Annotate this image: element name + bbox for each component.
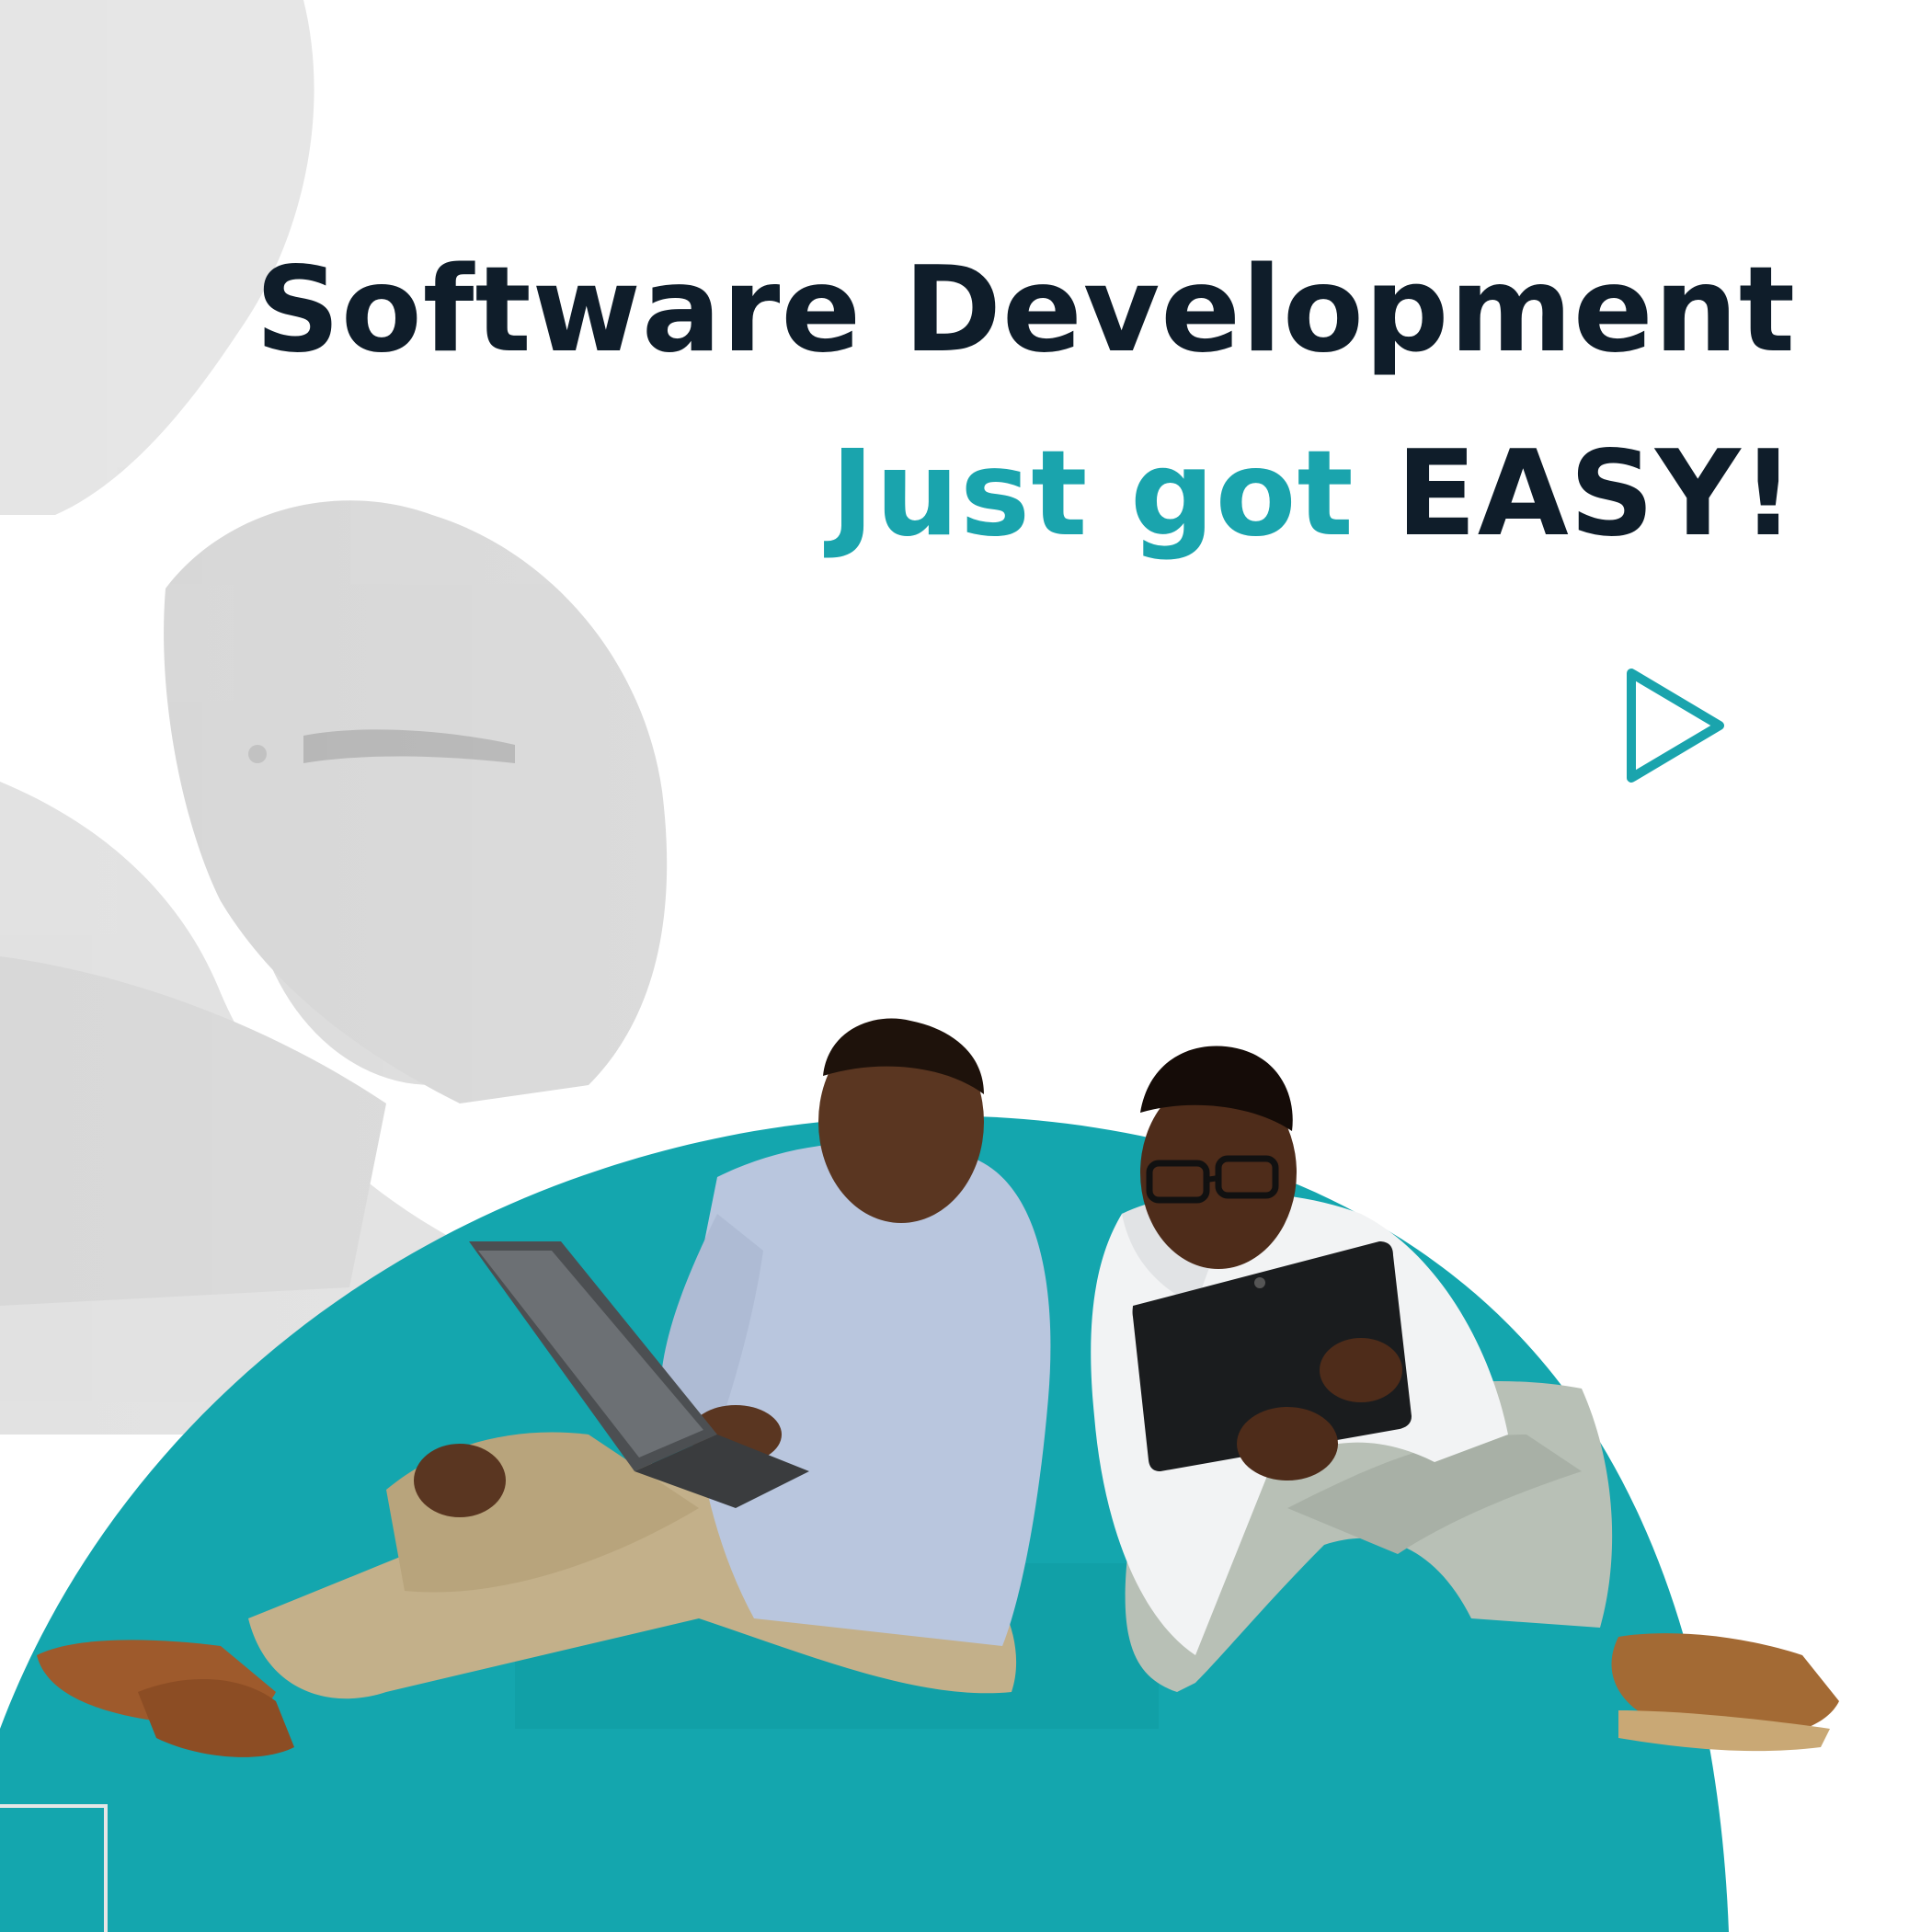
ad-banner: Software Development Just got EASY! bbox=[0, 0, 1932, 1932]
man-left bbox=[37, 1018, 1051, 1757]
man-right bbox=[1091, 1046, 1839, 1752]
two-men-with-devices-illustration bbox=[37, 1018, 1839, 1757]
corner-frame-icon bbox=[0, 1804, 108, 1932]
